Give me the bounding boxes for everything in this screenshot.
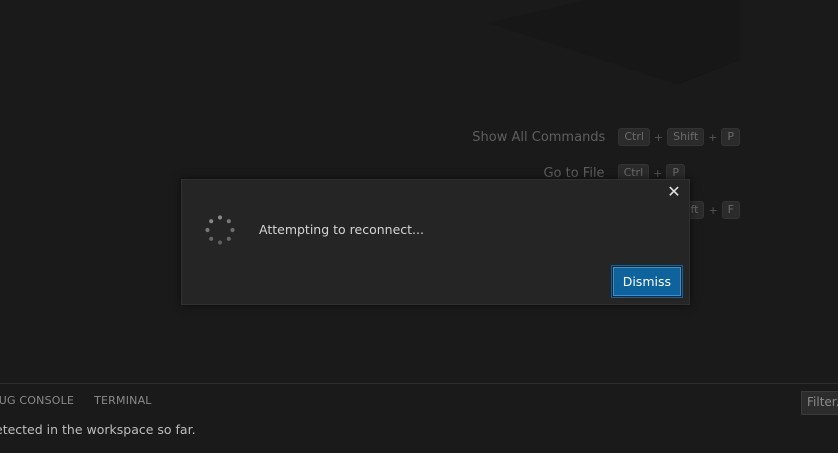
key-plus: +: [653, 130, 664, 144]
close-icon[interactable]: ✕: [666, 184, 682, 200]
filter-input[interactable]: Filter. Eg: [801, 391, 838, 415]
editor-window: Show All Commands Ctrl + Shift + P Go to…: [0, 0, 838, 453]
key-plus: +: [708, 130, 718, 144]
key-cap: Ctrl: [618, 128, 650, 146]
shortcut-label: Show All Commands: [472, 129, 606, 145]
panel-tabs: BUG CONSOLE TERMINAL: [0, 394, 172, 407]
panel-message: etected in the workspace so far.: [0, 422, 196, 437]
dialog-message: Attempting to reconnect...: [259, 222, 424, 237]
shortcut-find-in-files: ft + F: [684, 201, 740, 219]
key-plus: +: [708, 203, 718, 217]
dismiss-button[interactable]: Dismiss: [610, 265, 684, 298]
tab-terminal[interactable]: TERMINAL: [94, 394, 152, 407]
loading-spinner-icon: [205, 215, 235, 245]
key-cap: F: [721, 201, 740, 219]
tab-debug-console[interactable]: BUG CONSOLE: [0, 394, 74, 407]
key-cap: P: [721, 128, 740, 146]
shortcut-show-all-commands: Show All Commands Ctrl + Shift + P: [472, 128, 740, 146]
logo-watermark-icon: [488, 0, 740, 84]
key-cap: Shift: [667, 128, 705, 146]
bottom-panel: BUG CONSOLE TERMINAL Filter. Eg etected …: [0, 383, 838, 453]
reconnect-dialog: ✕ Attempting to reconnect... Dismiss: [181, 179, 690, 305]
key-plus: +: [653, 166, 663, 180]
